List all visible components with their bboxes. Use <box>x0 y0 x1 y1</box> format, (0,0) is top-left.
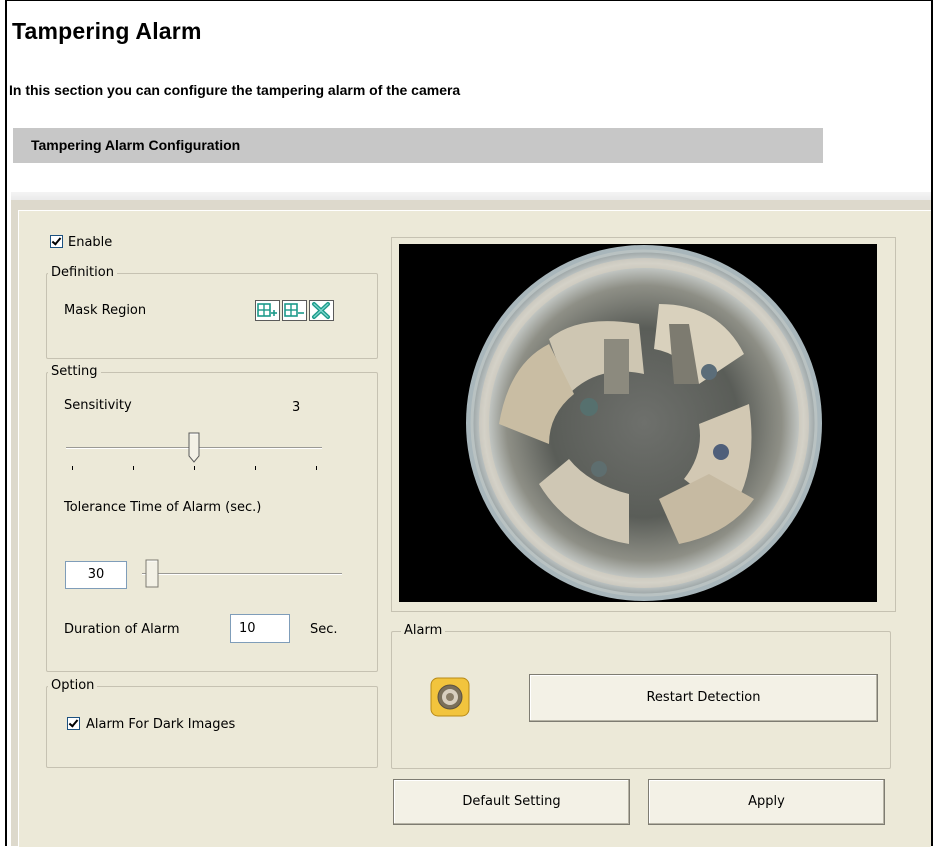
tolerance-input[interactable]: 30 <box>65 561 127 589</box>
enable-checkbox[interactable] <box>50 235 63 248</box>
remove-region-icon <box>284 303 304 317</box>
dark-images-checkbox[interactable] <box>67 717 80 730</box>
duration-unit: Sec. <box>310 622 338 637</box>
default-setting-button[interactable]: Default Setting <box>393 779 630 825</box>
sensitivity-tick <box>133 466 134 470</box>
sensitivity-tick <box>316 466 317 470</box>
remove-region-button[interactable] <box>282 300 307 321</box>
fisheye-camera-preview <box>399 244 877 602</box>
section-header: Tampering Alarm Configuration <box>13 128 823 163</box>
clear-region-button[interactable] <box>309 300 334 321</box>
definition-legend: Definition <box>48 265 117 281</box>
apply-button[interactable]: Apply <box>648 779 885 825</box>
sensitivity-slider[interactable] <box>66 432 322 472</box>
duration-input[interactable]: 10 <box>230 614 290 643</box>
sensitivity-tick <box>194 466 195 470</box>
sensitivity-value: 3 <box>292 400 301 415</box>
restart-detection-button[interactable]: Restart Detection <box>529 674 878 722</box>
setting-legend: Setting <box>48 364 101 380</box>
enable-label: Enable <box>68 235 113 250</box>
dark-images-label: Alarm For Dark Images <box>86 717 236 732</box>
page-description: In this section you can configure the ta… <box>9 82 461 98</box>
alarm-legend: Alarm <box>401 623 446 639</box>
sensitivity-label: Sensitivity <box>64 398 132 413</box>
mask-region-toolbar <box>255 300 363 321</box>
clear-region-icon <box>312 302 330 319</box>
tolerance-slider-thumb[interactable] <box>145 559 159 588</box>
tolerance-label: Tolerance Time of Alarm (sec.) <box>64 500 262 515</box>
sensitivity-slider-thumb[interactable] <box>188 432 200 464</box>
mask-region-label: Mask Region <box>64 303 147 318</box>
add-region-button[interactable] <box>255 300 280 321</box>
alarm-indicator-icon <box>430 677 470 717</box>
option-legend: Option <box>48 678 98 694</box>
duration-label: Duration of Alarm <box>64 622 180 637</box>
tolerance-slider-track <box>142 573 342 575</box>
sensitivity-tick <box>255 466 256 470</box>
sensitivity-tick <box>72 466 73 470</box>
tolerance-slider[interactable] <box>142 558 342 590</box>
page-title: Tampering Alarm <box>12 18 202 44</box>
add-region-icon <box>257 303 277 317</box>
